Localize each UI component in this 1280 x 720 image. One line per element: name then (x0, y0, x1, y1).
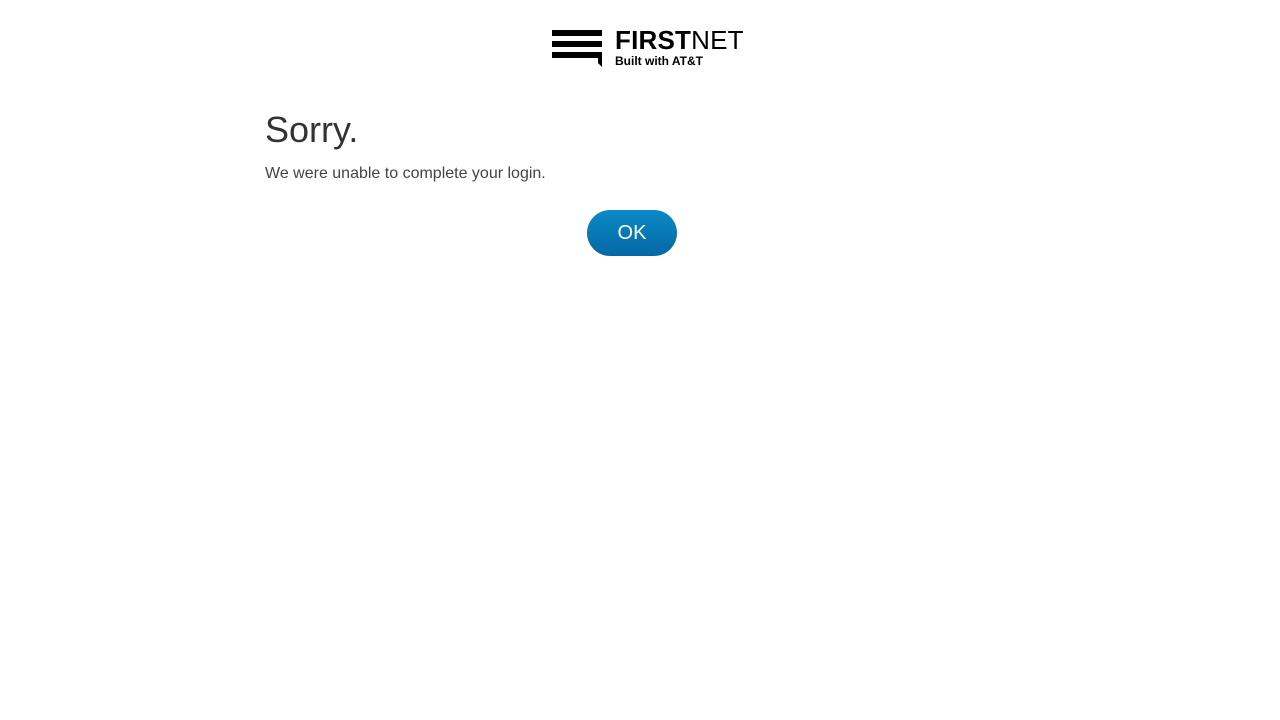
logo-word-light: NET (691, 25, 744, 55)
firstnet-wordmark: FIRSTNET (615, 27, 744, 53)
page-title: Sorry. (265, 109, 359, 150)
ok-button[interactable]: OK (587, 210, 677, 256)
error-content: Sorry. We were unable to complete your l… (265, 108, 1015, 184)
firstnet-logo-icon (552, 30, 602, 67)
firstnet-logo: FIRSTNET Built with AT&T (552, 27, 744, 70)
logo-tagline: Built with AT&T (615, 54, 703, 68)
error-message: We were unable to complete your login. (265, 165, 546, 182)
logo-word-bold: FIRST (615, 25, 692, 55)
page-header: FIRSTNET Built with AT&T (0, 0, 1280, 90)
